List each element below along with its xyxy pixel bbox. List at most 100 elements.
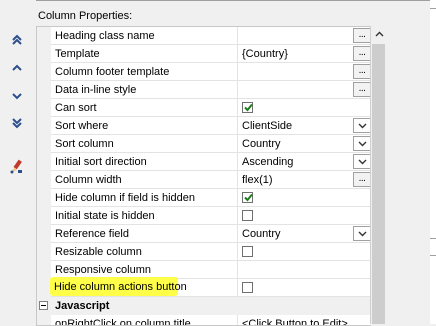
property-row[interactable]: Initial sort direction Ascending [37, 153, 371, 171]
scroll-up-button[interactable] [371, 26, 387, 42]
property-value[interactable]: flex(1) [240, 171, 368, 189]
property-name: Sort where [55, 120, 109, 132]
chevron-down-icon [12, 93, 22, 100]
property-row[interactable]: Column footer template ... [37, 63, 371, 81]
column-separator [237, 171, 238, 189]
double-chevron-down-icon [12, 118, 22, 129]
ellipsis-button[interactable]: ... [353, 64, 371, 79]
property-row[interactable]: Data in-line style ... [37, 81, 371, 99]
row-margin [37, 99, 51, 117]
vertical-scrollbar[interactable] [370, 26, 387, 324]
chevron-up-icon [375, 31, 383, 37]
property-row[interactable]: Sort column Country [37, 135, 371, 153]
property-row[interactable]: Can sort [37, 99, 371, 117]
row-margin [37, 27, 51, 45]
property-row[interactable]: Hide column if field is hidden [37, 189, 371, 207]
ellipsis-button[interactable]: ... [353, 28, 371, 43]
row-margin [37, 261, 51, 279]
row-margin [37, 279, 51, 297]
edge-line [430, 255, 436, 256]
resizable-column-checkbox[interactable] [242, 246, 253, 257]
pencil-brush-icon [10, 159, 22, 174]
property-value[interactable] [240, 27, 368, 45]
row-margin [37, 243, 51, 261]
property-value[interactable] [240, 81, 368, 99]
column-separator [237, 27, 238, 45]
property-value[interactable]: Country [240, 225, 368, 243]
property-value[interactable]: <Click Button to Edit> [240, 315, 368, 325]
right-panel-edge [430, 0, 436, 324]
ellipsis-button[interactable]: ... [353, 82, 371, 97]
move-down-button[interactable] [4, 85, 30, 107]
column-separator [237, 225, 238, 243]
property-row[interactable]: onRightClick on column title <Click Butt… [37, 315, 371, 325]
dropdown-button[interactable] [353, 154, 371, 169]
section-title: Column Properties: [38, 10, 133, 22]
property-name: Hide column actions button [54, 281, 187, 293]
move-to-bottom-button[interactable] [4, 112, 30, 134]
property-value[interactable]: Country [240, 135, 368, 153]
column-separator [237, 63, 238, 81]
edge-line [430, 8, 436, 9]
property-row[interactable]: Resizable column [37, 243, 371, 261]
property-row[interactable]: Template {Country} ... [37, 45, 371, 63]
row-margin [37, 63, 51, 81]
property-name: Resizable column [55, 246, 142, 258]
property-row[interactable]: Sort where ClientSide [37, 117, 371, 135]
scroll-thumb[interactable] [372, 44, 385, 324]
chevron-down-icon [358, 123, 366, 128]
row-margin [37, 171, 51, 189]
ellipsis-button[interactable]: ... [353, 172, 371, 187]
dropdown-button[interactable] [353, 136, 371, 151]
property-name: Initial sort direction [55, 156, 147, 168]
column-separator [237, 153, 238, 171]
top-border [0, 0, 436, 1]
property-row[interactable]: Heading class name ... [37, 27, 371, 45]
column-separator [237, 315, 238, 325]
row-margin [37, 153, 51, 171]
move-to-top-button[interactable] [4, 29, 30, 51]
property-row[interactable]: Reference field Country [37, 225, 371, 243]
category-label: Javascript [55, 300, 110, 312]
category-row-javascript[interactable]: Javascript [37, 297, 371, 315]
dropdown-button[interactable] [353, 226, 371, 241]
move-up-button[interactable] [4, 57, 30, 79]
property-row[interactable]: Column width flex(1) ... [37, 171, 371, 189]
column-separator [237, 135, 238, 153]
order-toolbar [0, 0, 36, 324]
property-name: Template [55, 48, 100, 60]
property-value[interactable]: ClientSide [240, 117, 368, 135]
row-margin [37, 189, 51, 207]
hide-column-if-hidden-checkbox[interactable] [242, 192, 253, 203]
chevron-down-icon [358, 231, 366, 236]
property-name: Reference field [55, 228, 129, 240]
column-separator [237, 207, 238, 225]
initial-state-hidden-checkbox[interactable] [242, 210, 253, 221]
column-separator [237, 261, 238, 279]
column-separator [237, 45, 238, 63]
chevron-down-icon [358, 159, 366, 164]
can-sort-checkbox[interactable] [242, 102, 253, 113]
property-name: Column footer template [55, 66, 170, 78]
column-separator [237, 81, 238, 99]
property-value[interactable] [240, 261, 368, 279]
dropdown-button[interactable] [353, 118, 371, 133]
row-margin [37, 45, 51, 63]
property-value[interactable] [240, 63, 368, 81]
property-value[interactable]: Ascending [240, 153, 368, 171]
ellipsis-button[interactable]: ... [353, 46, 371, 61]
row-margin [37, 135, 51, 153]
property-name: Data in-line style [55, 84, 137, 96]
property-value[interactable]: {Country} [240, 45, 368, 63]
column-separator [237, 243, 238, 261]
edit-properties-button[interactable] [4, 156, 30, 178]
property-name: Can sort [55, 102, 97, 114]
hide-column-actions-button-checkbox[interactable] [242, 282, 253, 293]
row-margin [37, 81, 51, 99]
edge-line [430, 238, 436, 239]
property-row[interactable]: Initial state is hidden [37, 207, 371, 225]
collapse-icon[interactable] [39, 301, 48, 310]
property-name: Sort column [55, 138, 114, 150]
property-name: Hide column if field is hidden [55, 192, 196, 204]
column-separator [237, 99, 238, 117]
